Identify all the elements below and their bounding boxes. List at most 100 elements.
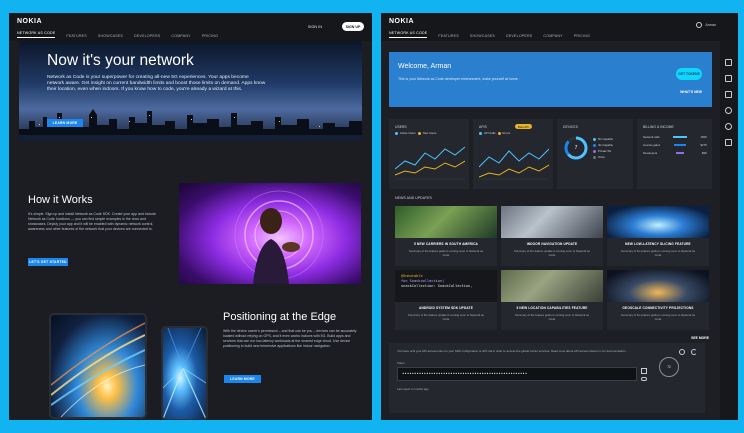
nav-developers[interactable]: DEVELOPERS	[134, 34, 160, 38]
nav-features[interactable]: FEATURES	[438, 34, 459, 38]
legend-label: 5G Capable	[598, 137, 613, 141]
token-field[interactable]: ••••••••••••••••••••••••••••••••••••••••…	[397, 367, 637, 381]
docs-icon[interactable]	[725, 139, 732, 146]
legend-swatch	[417, 131, 421, 135]
news-title: ANDROID SYSTEM SDK UPDATE	[419, 306, 473, 310]
nav-pricing[interactable]: PRICING	[574, 34, 590, 38]
token-timer: 72	[659, 357, 679, 377]
main-nav: NETWORK AS CODE FEATURES SHOWCASES DEVEL…	[17, 13, 218, 41]
billing-card-title: BILLING & INCOME	[643, 125, 674, 129]
legend-swatch	[593, 137, 596, 141]
news-summary: Summary of the feature guide is coming s…	[514, 313, 590, 321]
news-card[interactable]: 5 NEW CARRIERS IN SOUTH AMERICA Summary …	[395, 206, 497, 266]
south-america-map-image	[395, 206, 497, 238]
legend-swatch	[479, 131, 482, 135]
sign-in-link[interactable]: SIGN IN	[308, 25, 322, 29]
get-tokens-button[interactable]: GET TOKENS	[676, 68, 702, 80]
refresh-icon[interactable]	[691, 349, 697, 355]
show-token-icon[interactable]	[641, 377, 647, 381]
legend-swatch	[395, 131, 398, 135]
news-card[interactable]: NEW LOW-LATENCY SLICING FEATURE Summary …	[607, 206, 709, 266]
news-title: NEW LOW-LATENCY SLICING FEATURE	[625, 242, 691, 246]
network-waves-image	[607, 206, 709, 238]
devices-card-title: DEVICES	[563, 125, 578, 129]
side-toolbar	[720, 41, 738, 420]
copy-icon[interactable]	[641, 368, 647, 374]
nav-features[interactable]: FEATURES	[66, 34, 87, 38]
marketing-page: NOKIA NETWORK AS CODE FEATURES SHOWCASES…	[9, 13, 372, 420]
billing-label: Developers	[643, 151, 658, 155]
nav-developers[interactable]: DEVELOPERS	[506, 34, 532, 38]
billing-value: $9K	[702, 151, 707, 155]
news-title: 5 NEW CARRIERS IN SOUTH AMERICA	[413, 242, 479, 246]
user-name: Arman	[705, 23, 716, 27]
legend-new-users: New Users	[422, 131, 437, 135]
nav-showcases[interactable]: SHOWCASES	[470, 34, 495, 38]
nokia-logo[interactable]: NOKIA	[389, 18, 414, 25]
hero-title: Now it's your network	[47, 52, 194, 69]
welcome-banner: Welcome, Arman This is your Network as C…	[389, 52, 712, 107]
hero-learn-more-button[interactable]: LEARN MORE	[47, 119, 83, 127]
billing-value: 150K	[700, 135, 707, 139]
legend-swatch	[593, 155, 596, 159]
nav-company[interactable]: COMPANY	[171, 34, 190, 38]
legend-swatch	[593, 149, 596, 153]
nokia-logo[interactable]: NOKIA	[17, 18, 42, 25]
messages-icon[interactable]	[725, 91, 732, 98]
news-summary: Summary of the feature update is coming …	[408, 313, 484, 321]
nav-network-as-code[interactable]: NETWORK AS CODE	[17, 31, 56, 38]
beta-api-badge: Beta API	[515, 124, 532, 129]
settings-icon[interactable]	[679, 349, 685, 355]
get-started-button[interactable]: LET'S GET STARTED	[28, 258, 68, 266]
aerial-city-image	[501, 270, 603, 302]
news-card[interactable]: GEOSCALE CONNECTIVITY PROJECTIONS Summar…	[607, 270, 709, 330]
legend-label: Other	[598, 155, 605, 159]
devices-icon[interactable]	[725, 75, 732, 82]
devices-count: 7	[574, 145, 578, 151]
devices-legend-item: Private 5G	[593, 149, 611, 153]
apis-card: APIS Beta API API Calls Errors	[473, 119, 553, 189]
legend-errors: Errors	[502, 131, 511, 135]
tablet-image	[49, 313, 147, 419]
legend-label: Private 5G	[598, 149, 612, 153]
sign-up-button[interactable]: SIGN UP	[342, 22, 364, 31]
see-more-link[interactable]: SEE MORE	[691, 336, 709, 340]
user-avatar-icon	[696, 22, 703, 28]
view-icon[interactable]	[725, 123, 732, 130]
how-it-works-title: How it Works	[28, 194, 93, 206]
apis-card-title: APIS	[479, 125, 487, 129]
token-last-used: Last used: 2 months ago	[397, 387, 429, 391]
news-card[interactable]: @Unmutable fun Snackcollection( snackCol…	[395, 270, 497, 330]
user-menu[interactable]: Arman	[696, 22, 716, 28]
news-summary: Summary of the feature update is coming …	[514, 249, 590, 257]
phone-image	[161, 326, 208, 420]
news-summary: Summary of the feature guide is coming s…	[408, 249, 484, 257]
devices-legend-item: 4G Capable	[593, 143, 613, 147]
users-card-title: USERS	[395, 125, 407, 129]
nav-company[interactable]: COMPANY	[543, 34, 562, 38]
news-card[interactable]: INDOOR NAVIGATION UPDATE Summary of the …	[501, 206, 603, 266]
positioning-text: With the device owner's permission – and…	[223, 329, 357, 348]
billing-label: License gains	[643, 143, 661, 147]
apis-legend: API Calls Errors	[479, 131, 510, 135]
nav-network-as-code[interactable]: NETWORK AS CODE	[389, 31, 428, 38]
users-card: USERS Active Users New Users	[389, 119, 469, 189]
positioning-learn-more-button[interactable]: LEARN MORE	[224, 375, 261, 383]
news-card[interactable]: 5 NEW LOCATION CAPABILITIES FEATURE Summ…	[501, 270, 603, 330]
users-line-chart	[395, 146, 465, 180]
welcome-title: Welcome, Arman	[398, 63, 452, 70]
devices-legend-item: 5G Capable	[593, 137, 613, 141]
globe-icon[interactable]	[725, 107, 732, 114]
billing-bar	[673, 136, 688, 138]
news-title: GEOSCALE CONNECTIVITY PROJECTIONS	[622, 306, 694, 310]
devices-legend-item: Other	[593, 155, 605, 159]
devices-card: DEVICES 7 5G Capable 4G Capable Private …	[557, 119, 633, 189]
billing-row: Network calls 150K	[643, 135, 707, 139]
nav-showcases[interactable]: SHOWCASES	[98, 34, 123, 38]
whats-new-link[interactable]: WHAT'S NEW	[680, 90, 702, 94]
dashboard-icon[interactable]	[725, 59, 732, 66]
token-label: Token	[397, 361, 405, 365]
light-trails-illustration	[51, 322, 145, 417]
positioning-title: Positioning at the Edge	[223, 311, 337, 323]
nav-pricing[interactable]: PRICING	[202, 34, 218, 38]
